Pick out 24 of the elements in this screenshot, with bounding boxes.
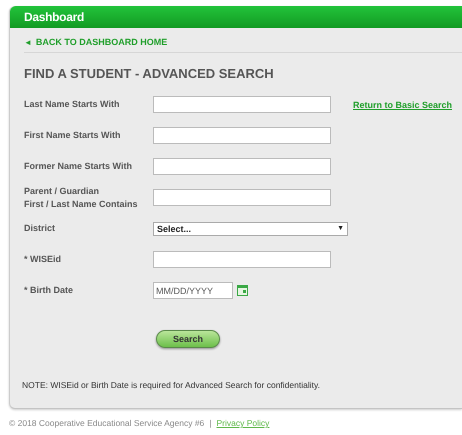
copyright-text: © 2018 Cooperative Educational Service Agency #6	[9, 418, 204, 428]
basic-search-link[interactable]: Return to Basic Search	[353, 100, 452, 110]
text-field[interactable]	[153, 96, 331, 113]
field-label: * WISEid	[24, 253, 62, 266]
text-field[interactable]	[153, 127, 331, 144]
footer-separator: |	[209, 418, 212, 428]
text-field[interactable]	[153, 158, 331, 175]
field-label: * Birth Date	[24, 284, 74, 297]
privacy-policy-link[interactable]: Privacy Policy	[216, 418, 270, 428]
back-arrow-icon[interactable]: ◄	[24, 38, 32, 46]
field-label: Former Name Starts With	[24, 160, 133, 173]
text-field[interactable]	[153, 189, 331, 206]
note-text: NOTE: WISEid or Birth Date is required for Advanced Search for confidentiality.	[22, 380, 321, 392]
date-field[interactable]: MM/DD/YYYY	[153, 282, 233, 299]
field-label: Last Name Starts With	[24, 98, 120, 111]
field-label: District	[24, 222, 56, 235]
calendar-icon[interactable]	[237, 285, 248, 296]
text-field[interactable]	[153, 251, 331, 268]
back-link[interactable]: BACK TO DASHBOARD HOME	[36, 37, 168, 47]
search-button[interactable]: Search	[156, 330, 220, 348]
page-title: FIND A STUDENT - ADVANCED SEARCH	[24, 66, 275, 81]
field-label: First Name Starts With	[24, 129, 122, 142]
dashboard-header: Dashboard	[10, 6, 462, 28]
field-label: Parent / Guardian First / Last Name Contains	[24, 184, 139, 210]
